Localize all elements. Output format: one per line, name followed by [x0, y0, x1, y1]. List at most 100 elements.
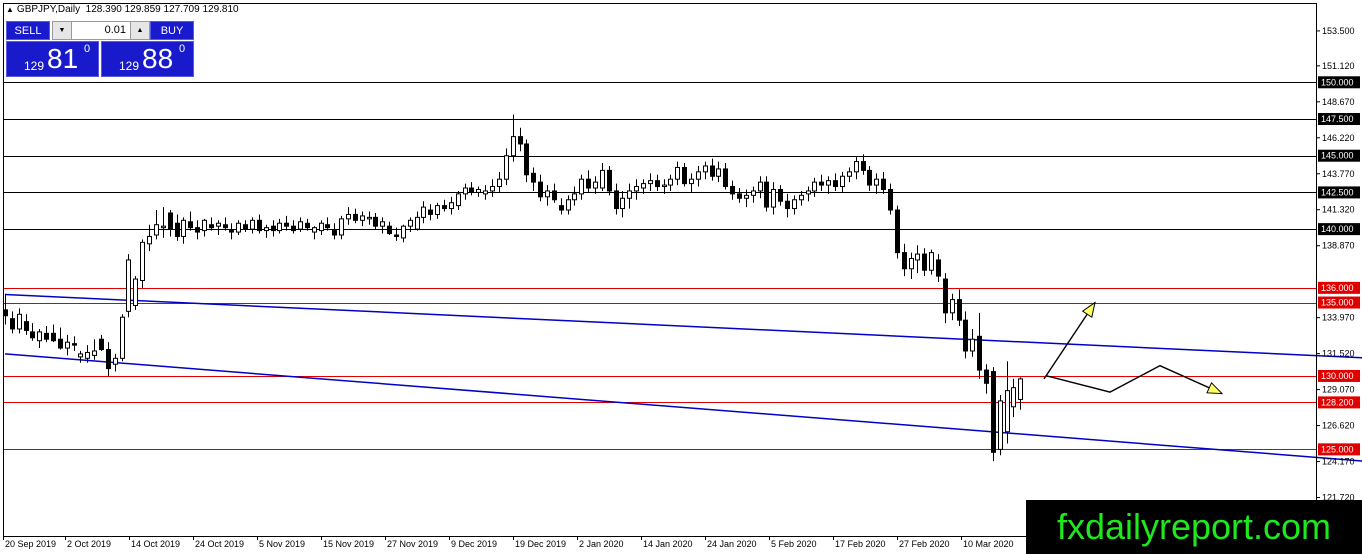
- price-level-label: 128.200: [1321, 397, 1354, 407]
- candle-body: [195, 227, 200, 233]
- x-tick-label: 24 Jan 2020: [707, 539, 757, 549]
- candle-body: [140, 241, 145, 282]
- y-tick-label: 131.520: [1322, 349, 1355, 359]
- candle: [970, 328, 975, 357]
- candle: [593, 176, 598, 194]
- candle-body: [744, 194, 749, 199]
- candle-body: [723, 168, 728, 188]
- candle: [840, 171, 845, 193]
- candle: [641, 179, 646, 194]
- candle: [737, 188, 742, 203]
- candle: [751, 186, 756, 203]
- candle-body: [10, 318, 15, 330]
- candle-body: [1018, 378, 1023, 400]
- candle: [10, 311, 15, 334]
- candle: [442, 199, 447, 212]
- candle-body: [826, 180, 831, 186]
- candle-body: [689, 178, 694, 185]
- candle: [37, 328, 42, 349]
- sell-price-prefix: 129: [24, 59, 45, 73]
- candle: [545, 185, 550, 206]
- candle-body: [99, 338, 104, 351]
- candle-body: [703, 165, 708, 173]
- candle: [305, 218, 310, 231]
- candle-body: [758, 181, 763, 192]
- candle-body: [785, 200, 790, 210]
- candle-body: [915, 253, 920, 261]
- lot-increase-button[interactable]: ▲: [130, 21, 150, 40]
- candle-body: [154, 224, 159, 236]
- buy-button[interactable]: BUY: [150, 21, 194, 40]
- candle-body: [511, 136, 516, 157]
- candle: [895, 205, 900, 259]
- price-chart[interactable]: 153.500 151.120 148.670 146.220 143.770 141.3…: [0, 0, 1362, 554]
- buy-price-pipette: 0: [179, 43, 186, 55]
- candle-body: [655, 180, 660, 188]
- candle: [915, 245, 920, 274]
- lot-size-input[interactable]: 0.01: [72, 21, 130, 40]
- candle: [339, 215, 344, 240]
- candle: [373, 212, 378, 230]
- candle-body: [72, 343, 77, 346]
- y-tick-label: 153.500: [1322, 26, 1355, 36]
- candle: [730, 180, 735, 200]
- candle: [826, 176, 831, 194]
- candle: [689, 173, 694, 193]
- candle-body: [360, 215, 365, 221]
- candle: [785, 193, 790, 218]
- x-tick-label: 27 Nov 2019: [387, 539, 438, 549]
- candle: [936, 254, 941, 282]
- chart-frame: [3, 3, 1317, 537]
- candle-body: [277, 222, 282, 232]
- candle-body: [977, 335, 982, 371]
- candle-body: [682, 166, 687, 185]
- buy-price[interactable]: 129 88 0: [101, 41, 194, 77]
- candle-body: [812, 181, 817, 192]
- forecast-arrow: [1046, 364, 1224, 395]
- candle-body: [483, 190, 488, 195]
- candle-body: [737, 193, 742, 199]
- candle-body: [957, 299, 962, 321]
- candle: [243, 220, 248, 233]
- candle-body: [394, 234, 399, 237]
- candle-body: [861, 161, 866, 171]
- candle-body: [1005, 390, 1010, 433]
- price-level-label: 142.500: [1321, 187, 1354, 197]
- level-lines: [3, 82, 1316, 450]
- candle-body: [764, 181, 769, 208]
- candle: [3, 293, 8, 325]
- candle: [469, 182, 474, 196]
- candle-body: [181, 219, 186, 237]
- sell-button[interactable]: SELL: [6, 21, 50, 40]
- candle-body: [593, 181, 598, 189]
- candle: [778, 185, 783, 206]
- sell-price[interactable]: 129 81 0: [6, 41, 99, 77]
- candle: [332, 223, 337, 240]
- candle-body: [387, 225, 392, 235]
- candle-body: [490, 186, 495, 192]
- candle: [559, 198, 564, 215]
- candle: [353, 208, 358, 224]
- candle-body: [963, 319, 968, 352]
- buy-price-prefix: 129: [119, 59, 140, 73]
- candle-body: [545, 190, 550, 198]
- collapse-triangle-icon[interactable]: ▲: [6, 5, 14, 14]
- candle: [325, 217, 330, 231]
- candle-body: [586, 178, 591, 189]
- candle: [723, 163, 728, 190]
- buy-price-big: 88: [142, 43, 174, 74]
- candle: [271, 220, 276, 237]
- ohlc-values: 128.390 129.859 127.709 129.810: [85, 4, 239, 15]
- candle-body: [840, 175, 845, 188]
- candle-body: [243, 224, 248, 230]
- candle: [710, 158, 715, 181]
- candle: [716, 161, 721, 183]
- candle-body: [126, 259, 131, 312]
- candle-body: [799, 194, 804, 201]
- candle: [922, 248, 927, 277]
- candle: [620, 190, 625, 218]
- candle-body: [463, 187, 468, 195]
- candle: [874, 173, 879, 194]
- lot-decrease-button[interactable]: ▼: [52, 21, 72, 40]
- x-tick-label: 2 Jan 2020: [579, 539, 624, 549]
